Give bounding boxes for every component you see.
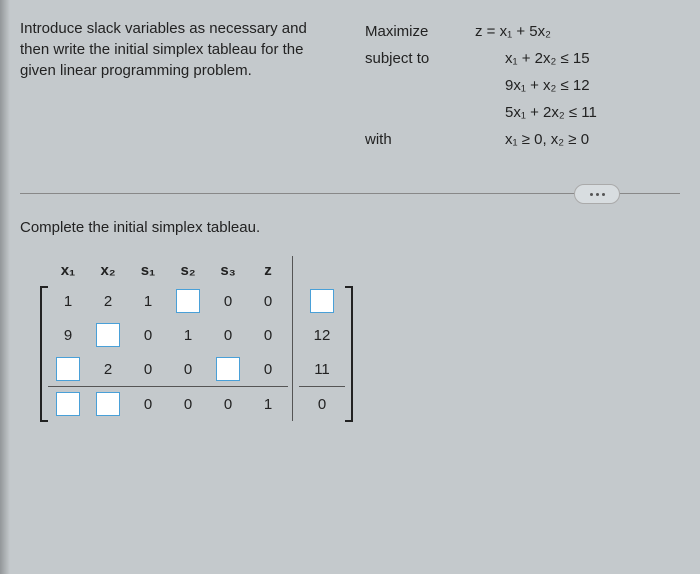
more-options-button[interactable]	[574, 184, 620, 204]
cell-r4rhs: 0	[299, 386, 345, 421]
input-r3c5[interactable]	[216, 357, 240, 381]
cell-r3c6: 0	[248, 352, 288, 386]
cell-r4c4: 0	[168, 386, 208, 421]
subject-to-label: subject to	[365, 45, 475, 72]
cell-r2c3: 0	[128, 318, 168, 352]
cell-r1c2: 2	[88, 284, 128, 318]
header-z: z	[248, 256, 288, 284]
header-x1: x₁	[48, 256, 88, 284]
nonneg-constraint: x₁ ≥ 0, x₂ ≥ 0	[475, 126, 589, 153]
cell-r3c3: 0	[128, 352, 168, 386]
cell-r3c4: 0	[168, 352, 208, 386]
header-s1: s₁	[128, 256, 168, 284]
instructions-text: Introduce slack variables as necessary a…	[20, 18, 345, 153]
cell-r2c1: 9	[48, 318, 88, 352]
input-r2c2[interactable]	[96, 323, 120, 347]
cell-r1c5: 0	[208, 284, 248, 318]
input-r1c4[interactable]	[176, 289, 200, 313]
cell-r2rhs: 12	[299, 318, 345, 352]
input-r4c2[interactable]	[96, 392, 120, 416]
cell-r2c4: 1	[168, 318, 208, 352]
input-r1rhs[interactable]	[310, 289, 334, 313]
objective-function: z = x₁ + 5x₂	[475, 18, 551, 45]
tableau-title: Complete the initial simplex tableau.	[20, 219, 680, 236]
cell-r1c6: 0	[248, 284, 288, 318]
cell-r4c5: 0	[208, 386, 248, 421]
input-r3c1[interactable]	[56, 357, 80, 381]
constraint-2: 9x₁ + x₂ ≤ 12	[475, 72, 590, 99]
cell-r2c5: 0	[208, 318, 248, 352]
constraint-1: x₁ + 2x₂ ≤ 15	[475, 45, 590, 72]
cell-r3c2: 2	[88, 352, 128, 386]
cell-r2c6: 0	[248, 318, 288, 352]
cell-r3rhs: 11	[299, 352, 345, 386]
header-s2: s₂	[168, 256, 208, 284]
cell-r4c6: 1	[248, 386, 288, 421]
maximize-label: Maximize	[365, 18, 475, 45]
simplex-tableau: x₁ 1 9 x₂ 2 2 s₁ 1 0 0	[40, 256, 680, 421]
cell-r1c3: 1	[128, 284, 168, 318]
constraint-3: 5x₁ + 2x₂ ≤ 11	[475, 99, 597, 126]
with-label: with	[365, 126, 475, 153]
cell-r4c3: 0	[128, 386, 168, 421]
header-x2: x₂	[88, 256, 128, 284]
input-r4c1[interactable]	[56, 392, 80, 416]
problem-statement: Maximize z = x₁ + 5x₂ subject to x₁ + 2x…	[365, 18, 680, 153]
header-s3: s₃	[208, 256, 248, 284]
section-divider	[20, 193, 680, 194]
cell-r1c1: 1	[48, 284, 88, 318]
